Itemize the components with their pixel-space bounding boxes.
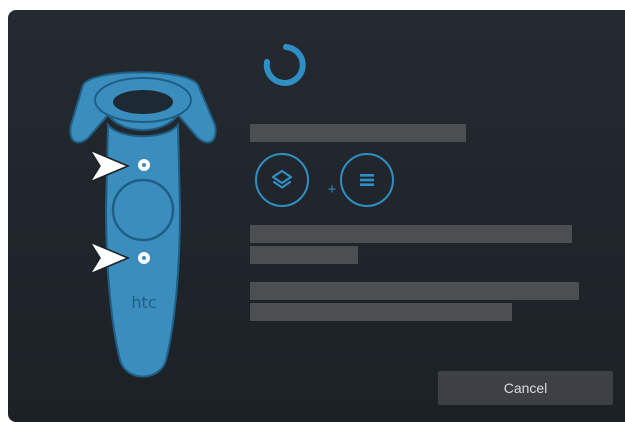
pairing-dialog: htc + Cancel: [8, 10, 625, 422]
cancel-button[interactable]: Cancel: [438, 371, 613, 405]
note-line-1-redacted: [250, 282, 579, 300]
instruction-text-redacted: [250, 124, 466, 142]
description-line-1-redacted: [250, 225, 572, 243]
controller-brand-label: htc: [131, 293, 156, 312]
layers-icon: [271, 169, 293, 189]
description-line-2-redacted: [250, 246, 358, 264]
menu-button-icon: [340, 153, 394, 207]
vive-controller-illustration: htc: [69, 71, 217, 378]
note-line-2-redacted: [250, 303, 512, 321]
controller-ring-inner: [113, 90, 173, 114]
plus-sign: +: [327, 181, 337, 198]
layers-button-icon: [255, 153, 309, 207]
controller-menu-button-center: [142, 163, 146, 167]
loading-spinner-icon: [263, 44, 306, 86]
controller-trackpad: [111, 178, 175, 242]
controller-system-button-center: [142, 256, 146, 260]
menu-icon: [360, 174, 374, 186]
